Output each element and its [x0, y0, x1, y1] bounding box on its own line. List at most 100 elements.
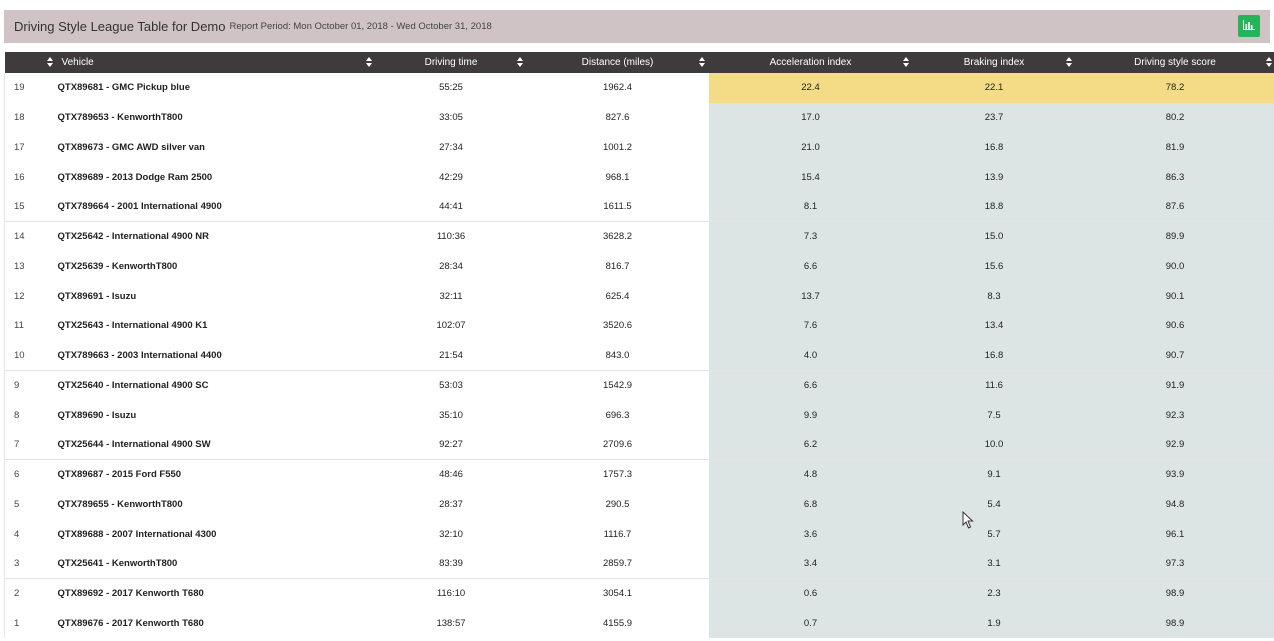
cell-acceleration-index: 6.2 [708, 430, 913, 460]
column-header-braking-label: Braking index [963, 57, 1025, 68]
table-row[interactable]: 5 QTX789655 - KenworthT800 28:37 290.5 6.8 5.… [4, 489, 1274, 520]
sort-icon[interactable] [46, 57, 53, 67]
column-header-braking[interactable]: Braking index [913, 52, 1076, 73]
cell-vehicle: QTX25643 - International 4900 K1 [57, 320, 208, 332]
cell-distance: 1611.5 [603, 201, 632, 213]
sort-icon[interactable] [516, 57, 523, 67]
cell-rank: 3 [4, 549, 58, 579]
table-row[interactable]: 19 QTX89681 - GMC Pickup blue 55:25 1962.4 2… [4, 73, 1274, 103]
cell-vehicle: QTX89691 - Isuzu [57, 290, 137, 302]
column-header-score[interactable]: Driving style score [1076, 52, 1274, 73]
cell-braking-index: 22.1 [912, 73, 1076, 103]
cell-driving-time: 138:57 [436, 617, 466, 629]
mouse-pointer-icon [962, 510, 974, 532]
cell-driving-style-score: 90.6 [1075, 311, 1274, 341]
table-row[interactable]: 4 QTX89688 - 2007 International 4300 32:10… [4, 519, 1274, 549]
cell-acceleration-index: 0.6 [708, 578, 913, 609]
cell-vehicle: QTX89692 - 2017 Kenworth T680 [57, 578, 376, 609]
cell-braking-index: 13.4 [912, 311, 1076, 341]
cell-acceleration-index: 22.4 [708, 73, 913, 103]
cell-vehicle: QTX789655 - KenworthT800 [57, 498, 183, 510]
column-header-acceleration-label: Acceleration index [769, 57, 852, 68]
cell-acceleration-index: 21.0 [708, 132, 913, 163]
table-row[interactable]: 3 QTX25641 - KenworthT800 83:39 2859.7 3.4 3.… [4, 549, 1274, 579]
cell-vehicle: QTX89689 - 2013 Dodge Ram 2500 [57, 171, 213, 183]
table-row[interactable]: 11 QTX25643 - International 4900 K1 102:07… [4, 311, 1274, 341]
table-row[interactable]: 10 QTX789663 - 2003 International 4400 21:… [4, 340, 1274, 371]
cell-braking-index: 16.8 [912, 132, 1076, 163]
cell-distance: 843.0 [605, 349, 630, 361]
cell-distance: 2859.7 [602, 558, 633, 570]
table-row[interactable]: 6 QTX89687 - 2015 Ford F550 48:46 1757.3 4.8… [4, 459, 1274, 490]
table-row[interactable]: 16 QTX89689 - 2013 Dodge Ram 2500 42:29 968… [4, 162, 1274, 192]
league-table: Vehicle Driving time Distance (miles) Ac… [4, 52, 1274, 639]
sort-icon[interactable] [1265, 57, 1272, 67]
cell-vehicle: QTX789663 - 2003 International 4400 [57, 349, 222, 361]
sort-icon[interactable] [365, 57, 372, 67]
table-row[interactable]: 14 QTX25642 - International 4900 NR 110:36… [4, 221, 1274, 252]
cell-acceleration-index: 3.6 [708, 519, 913, 549]
column-header-vehicle[interactable]: Vehicle [58, 52, 376, 73]
table-row[interactable]: 9 QTX25640 - International 4900 SC 53:03 15… [4, 370, 1274, 401]
table-header-row: Vehicle Driving time Distance (miles) Ac… [4, 52, 1274, 73]
table-row[interactable]: 2 QTX89692 - 2017 Kenworth T680 116:10 3054… [4, 578, 1274, 609]
cell-driving-time: 83:39 [439, 558, 463, 570]
table-row[interactable]: 17 QTX89673 - GMC AWD silver van 27:34 1001… [4, 132, 1274, 163]
cell-rank: 12 [4, 281, 58, 311]
table-row[interactable]: 12 QTX89691 - Isuzu 32:11 625.4 13.7 8.3 90.1 [4, 281, 1274, 311]
chart-view-button[interactable] [1238, 15, 1260, 37]
cell-acceleration-index: 6.8 [708, 489, 913, 520]
cell-rank: 15 [4, 192, 58, 222]
cell-acceleration-index: 15.4 [708, 162, 913, 192]
table-row[interactable]: 18 QTX789653 - KenworthT800 33:05 827.6 17.0… [4, 102, 1274, 133]
cell-acceleration-index: 6.6 [708, 370, 913, 401]
sort-icon[interactable] [698, 57, 705, 67]
column-header-rank[interactable] [5, 52, 58, 73]
cell-rank: 10 [4, 340, 58, 371]
column-header-acceleration[interactable]: Acceleration index [709, 52, 913, 73]
table-row[interactable]: 13 QTX25639 - KenworthT800 28:34 816.7 6.6 15… [4, 251, 1274, 282]
cell-braking-index: 3.1 [912, 549, 1076, 579]
cell-rank: 18 [4, 102, 58, 133]
table-row[interactable]: 7 QTX25644 - International 4900 SW 92:27 27… [4, 430, 1274, 460]
cell-driving-style-score: 87.6 [1075, 192, 1274, 222]
report-title-bar: Driving Style League Table for Demo Repo… [4, 10, 1270, 43]
cell-braking-index: 9.1 [912, 459, 1076, 490]
cell-rank: 17 [4, 132, 58, 163]
cell-driving-time: 55:25 [439, 82, 463, 94]
table-row[interactable]: 1 QTX89676 - 2017 Kenworth T680 138:57 4155… [4, 608, 1274, 639]
cell-vehicle: QTX89690 - Isuzu [57, 409, 137, 421]
cell-acceleration-index: 0.7 [708, 608, 913, 639]
cell-vehicle: QTX89687 - 2015 Ford F550 [57, 459, 376, 490]
sort-icon[interactable] [1065, 57, 1072, 67]
column-header-driving-time[interactable]: Driving time [376, 52, 527, 73]
cell-vehicle: QTX789653 - KenworthT800 [57, 112, 183, 124]
cell-braking-index: 23.7 [912, 102, 1076, 133]
cell-vehicle: QTX25644 - International 4900 SW [57, 439, 211, 451]
cell-driving-time: 48:46 [375, 459, 527, 490]
cell-acceleration-index: 4.8 [708, 459, 913, 490]
cell-braking-index: 5.7 [912, 519, 1076, 549]
cell-driving-time: 102:07 [436, 320, 466, 332]
cell-driving-style-score: 91.9 [1075, 370, 1274, 401]
cell-distance: 3054.1 [526, 578, 709, 609]
cell-acceleration-index: 6.6 [708, 251, 913, 282]
cell-rank: 13 [4, 251, 58, 282]
column-header-distance[interactable]: Distance (miles) [527, 52, 709, 73]
cell-braking-index: 7.5 [912, 400, 1076, 430]
cell-vehicle: QTX25640 - International 4900 SC [57, 370, 376, 401]
cell-driving-style-score: 98.9 [1075, 608, 1274, 639]
cell-driving-time: 27:34 [439, 141, 463, 153]
report-period: Report Period: Mon October 01, 2018 - We… [229, 21, 492, 32]
cell-driving-time: 92:27 [439, 439, 463, 451]
cell-acceleration-index: 3.4 [708, 549, 913, 579]
cell-rank: 5 [4, 489, 58, 520]
cell-rank: 7 [4, 430, 58, 460]
cell-rank: 16 [4, 162, 58, 192]
table-row[interactable]: 8 QTX89690 - Isuzu 35:10 696.3 9.9 7.5 92.3 [4, 400, 1274, 430]
cell-driving-style-score: 89.9 [1075, 221, 1274, 252]
cell-acceleration-index: 4.0 [708, 340, 913, 371]
table-row[interactable]: 15 QTX789664 - 2001 International 4900 44:… [4, 192, 1274, 222]
sort-icon[interactable] [902, 57, 909, 67]
cell-braking-index: 11.6 [912, 370, 1076, 401]
